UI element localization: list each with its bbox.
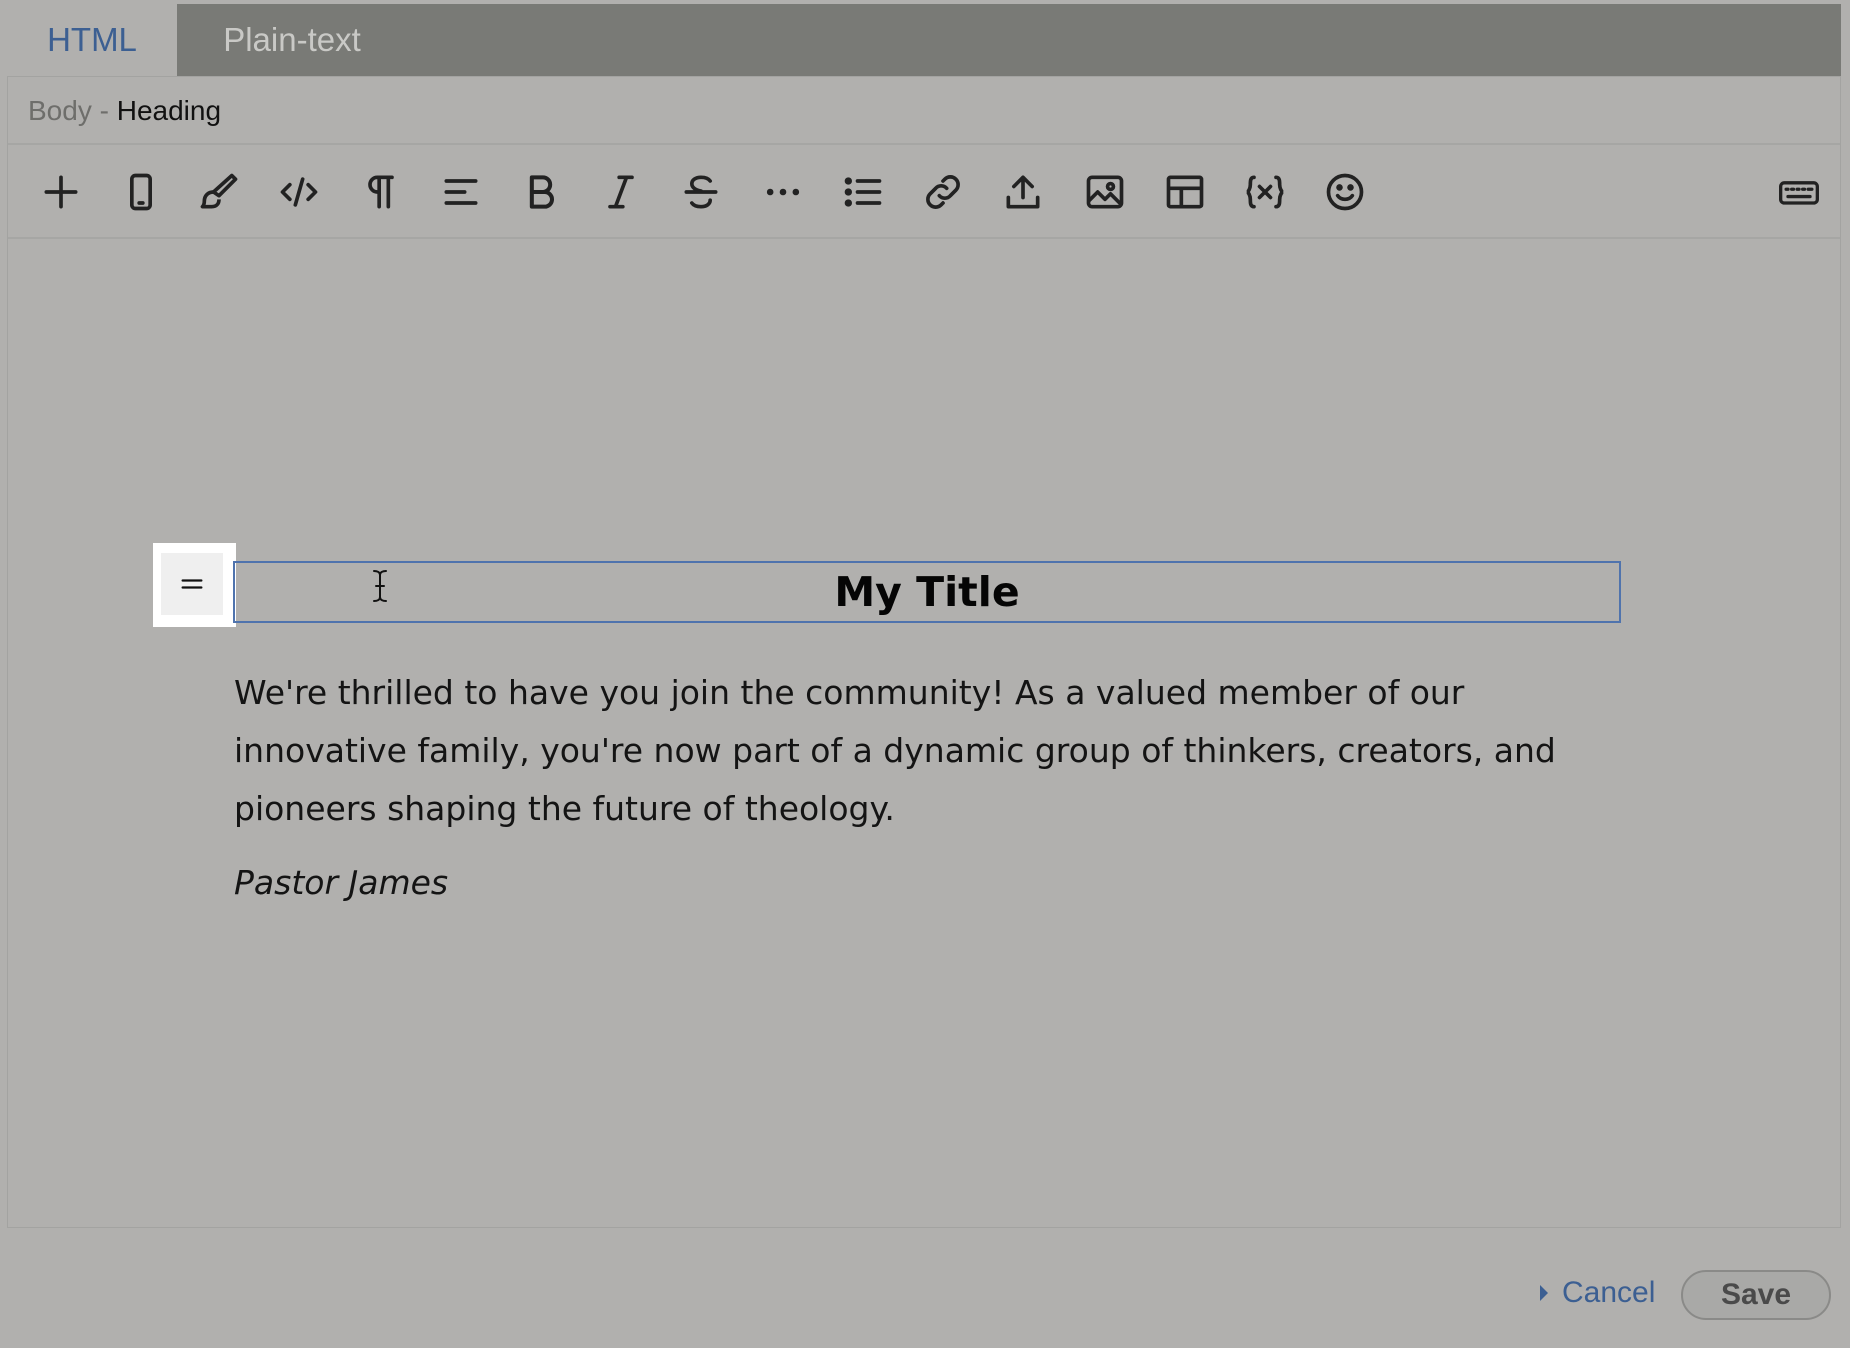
upload-icon [1006, 175, 1040, 209]
mobile-icon [130, 173, 152, 211]
body-paragraph[interactable]: We're thrilled to have you join the comm… [234, 664, 1634, 838]
image-button[interactable] [1080, 167, 1130, 217]
list-button[interactable] [838, 167, 888, 217]
paragraph-button[interactable] [356, 167, 406, 217]
signature-text[interactable]: Pastor James [234, 863, 448, 902]
caret-right-icon [1540, 1285, 1548, 1301]
variable-icon [1246, 175, 1284, 209]
cancel-link[interactable]: Cancel [1538, 1273, 1655, 1313]
editor-canvas[interactable]: My Title We're thrilled to have you join… [8, 239, 1840, 1227]
cancel-label: Cancel [1562, 1276, 1656, 1309]
text-cursor-icon [373, 570, 387, 602]
table-button[interactable] [1160, 167, 1210, 217]
style-button[interactable] [194, 167, 244, 217]
block-handle [153, 543, 236, 627]
link-icon [926, 175, 960, 209]
mobile-preview-button[interactable] [116, 167, 166, 217]
tab-html[interactable]: HTML [7, 4, 177, 76]
bold-button[interactable] [516, 167, 566, 217]
source-code-button[interactable] [274, 167, 324, 217]
strikethrough-icon [684, 175, 718, 209]
drag-handle-icon [181, 579, 203, 589]
more-button[interactable] [758, 167, 808, 217]
breadcrumb: Body - Heading [8, 77, 1840, 145]
heading-text[interactable]: My Title [834, 568, 1019, 616]
breadcrumb-item-current: Heading [116, 95, 222, 126]
editor-toolbar [8, 145, 1840, 239]
emoji-button[interactable] [1320, 167, 1370, 217]
bulleted-list-icon [844, 177, 882, 207]
image-icon [1086, 175, 1124, 209]
keyboard-icon [1779, 181, 1819, 205]
link-button[interactable] [918, 167, 968, 217]
upload-button[interactable] [998, 167, 1048, 217]
emoji-icon [1326, 173, 1364, 211]
add-block-button[interactable] [36, 167, 86, 217]
plus-icon [44, 175, 78, 209]
code-icon [280, 177, 318, 207]
align-left-icon [444, 179, 478, 205]
drag-handle-button[interactable] [161, 553, 223, 615]
pilcrow-icon [368, 175, 394, 209]
align-button[interactable] [436, 167, 486, 217]
italic-icon [608, 175, 634, 209]
breadcrumb-item-body[interactable]: Body [28, 95, 92, 126]
variable-button[interactable] [1240, 167, 1290, 217]
bold-icon [529, 175, 554, 209]
keyboard-shortcuts-button[interactable] [1774, 167, 1824, 217]
heading-block[interactable]: My Title [233, 561, 1621, 623]
italic-button[interactable] [596, 167, 646, 217]
email-editor: Body - Heading My Title We're thrilled t… [7, 76, 1841, 1228]
format-tab-bar: HTML Plain-text [7, 4, 1841, 76]
table-icon [1166, 175, 1204, 209]
paintbrush-icon [200, 173, 238, 209]
strikethrough-button[interactable] [676, 167, 726, 217]
save-button[interactable]: Save [1681, 1270, 1831, 1320]
ellipsis-icon [766, 188, 800, 196]
tab-plain-text[interactable]: Plain-text [207, 4, 377, 76]
breadcrumb-separator: - [91, 95, 117, 126]
